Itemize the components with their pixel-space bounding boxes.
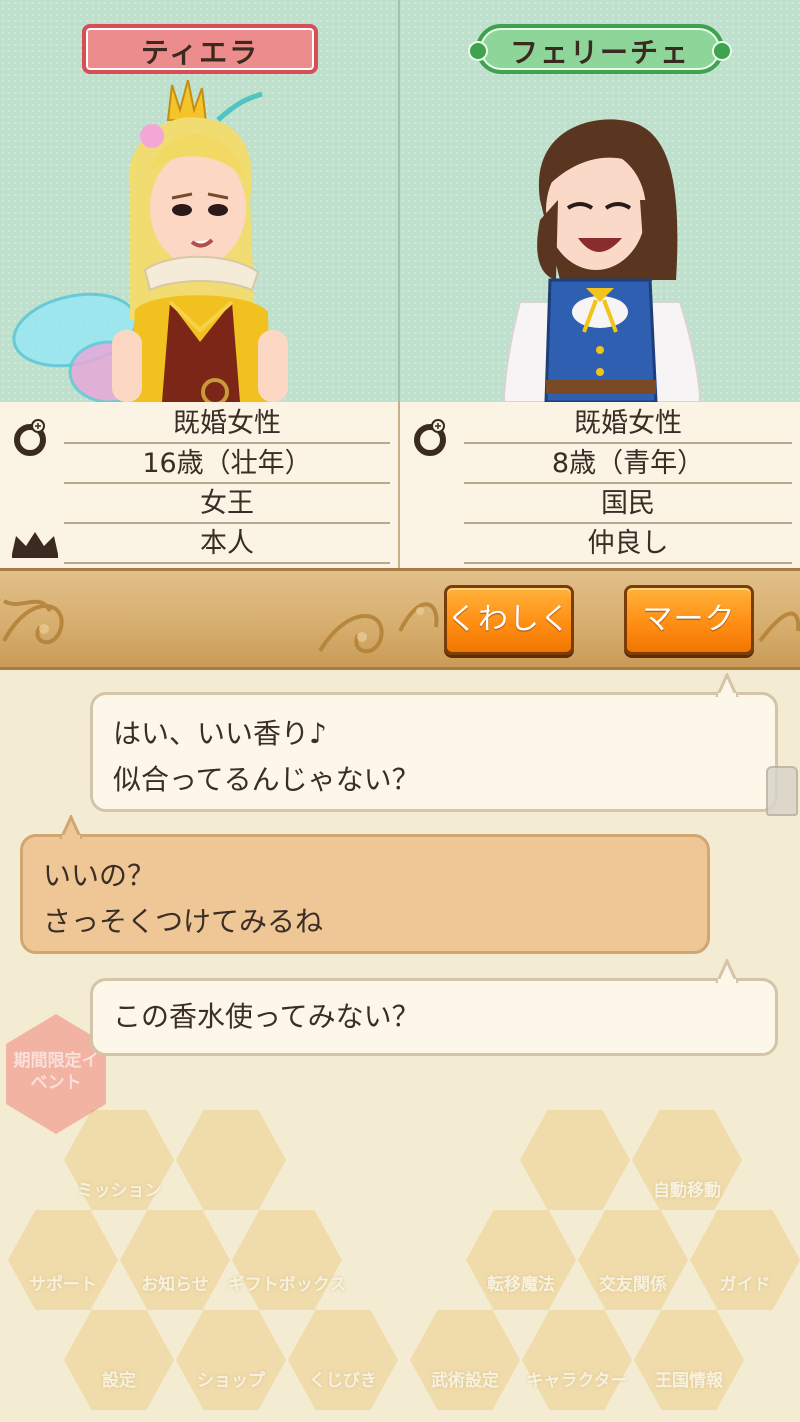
scroll-handle[interactable] bbox=[766, 766, 798, 816]
character-panel-left: ティエラ bbox=[0, 0, 400, 402]
detail-button[interactable]: くわしく bbox=[444, 585, 574, 655]
chat-line: この香水使ってみない？ bbox=[113, 1000, 420, 1033]
menu-hex bbox=[8, 1210, 118, 1310]
menu-item-support: サポート bbox=[29, 1275, 97, 1295]
menu-item-lottery: くじびき bbox=[309, 1371, 377, 1391]
chat-line: さっそくつけてみるね bbox=[43, 905, 324, 938]
chat-bubble-right: はい、いい香り♪ 似合ってるんじゃない？ bbox=[90, 673, 778, 812]
menu-hex bbox=[522, 1310, 632, 1410]
info-title: 国民 bbox=[464, 484, 792, 524]
menu-hex bbox=[578, 1210, 688, 1310]
menu-item-kingdom-info: 王国情報 bbox=[655, 1371, 723, 1391]
chat-line: 似合ってるんじゃない？ bbox=[113, 763, 420, 796]
chat-bubble-left: いいの？ さっそくつけてみるね bbox=[20, 815, 710, 954]
info-age: 8歳（青年） bbox=[464, 444, 792, 484]
menu-hex bbox=[520, 1110, 630, 1210]
character-info-right: 既婚女性 8歳（青年） 国民 仲良し bbox=[400, 402, 800, 568]
character-name-right: フェリーチェ bbox=[468, 24, 732, 74]
menu-hex bbox=[410, 1310, 520, 1410]
bubble-tail bbox=[59, 815, 83, 839]
menu-item-shop: ショップ bbox=[197, 1371, 265, 1391]
character-portrait-right bbox=[502, 119, 702, 402]
menu-hex bbox=[176, 1110, 286, 1210]
info-relation: 本人 bbox=[64, 524, 390, 564]
menu-item-guide: ガイド bbox=[719, 1275, 771, 1295]
info-relation: 仲良し bbox=[464, 524, 792, 564]
info-status: 既婚女性 bbox=[64, 404, 390, 444]
menu-item-combat-settings: 武術設定 bbox=[431, 1371, 499, 1391]
menu-item-teleport: 転移魔法 bbox=[487, 1275, 555, 1295]
bubble-tail bbox=[715, 959, 739, 983]
info-title: 女王 bbox=[64, 484, 390, 524]
menu-item-gift-box: ギフトボックス bbox=[227, 1275, 347, 1295]
ring-icon bbox=[414, 419, 446, 456]
crown-icon bbox=[12, 532, 58, 558]
menu-item-friends: 交友関係 bbox=[599, 1275, 667, 1295]
info-age: 16歳（壮年） bbox=[64, 444, 390, 484]
menu-item-auto-move: 自動移動 bbox=[653, 1181, 721, 1201]
chat-line: はい、いい香り♪ bbox=[113, 717, 327, 750]
menu-hex bbox=[64, 1310, 174, 1410]
character-info-left: 既婚女性 16歳（壮年） 女王 本人 bbox=[0, 402, 400, 568]
menu-hex bbox=[120, 1210, 230, 1310]
info-status: 既婚女性 bbox=[464, 404, 792, 444]
menu-hex bbox=[690, 1210, 800, 1310]
chat-line: いいの？ bbox=[43, 859, 156, 892]
ring-icon bbox=[14, 419, 46, 456]
menu-item-settings: 設定 bbox=[102, 1371, 136, 1391]
character-portrait-left bbox=[12, 80, 288, 402]
menu-hex bbox=[288, 1310, 398, 1410]
event-label: 期間限定イベント bbox=[13, 1051, 99, 1093]
character-panel-right: フェリーチェ bbox=[400, 0, 800, 402]
character-name-left: ティエラ bbox=[82, 24, 318, 74]
mark-button[interactable]: マーク bbox=[624, 585, 754, 655]
chat-area[interactable]: ミッション 自動移動 サポート お知らせ ギフトボックス 転移魔法 交友関係 ガ… bbox=[0, 670, 800, 1422]
menu-hex bbox=[634, 1310, 744, 1410]
chat-bubble-right: この香水使ってみない？ bbox=[90, 959, 778, 1056]
menu-hex bbox=[232, 1210, 342, 1310]
menu-hex bbox=[176, 1310, 286, 1410]
bubble-tail bbox=[715, 673, 739, 697]
menu-item-mission: ミッション bbox=[76, 1181, 162, 1201]
menu-item-notice: お知らせ bbox=[141, 1275, 209, 1295]
menu-item-character: キャラクター bbox=[526, 1371, 628, 1391]
menu-hex bbox=[466, 1210, 576, 1310]
action-bar: くわしく マーク bbox=[0, 568, 800, 670]
